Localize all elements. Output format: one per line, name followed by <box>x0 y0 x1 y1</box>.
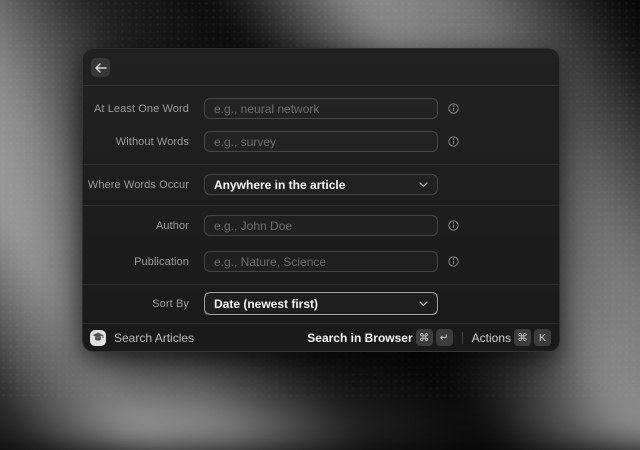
k-keycap: K <box>534 329 551 346</box>
form-row-sort-by: Sort By Date (newest first) <box>83 292 559 315</box>
select-value: Anywhere in the article <box>214 178 345 192</box>
without-words-input[interactable] <box>204 131 438 152</box>
action-bar: Search Articles Search in Browser ⌘ ↵ Ac… <box>83 323 559 351</box>
return-keycap: ↵ <box>436 329 453 346</box>
cmd-keycap: ⌘ <box>416 329 433 346</box>
sort-by-select[interactable]: Date (newest first) <box>204 292 438 315</box>
header-divider <box>83 85 559 86</box>
field-label: Where Words Occur <box>83 179 189 191</box>
where-words-occur-select[interactable]: Anywhere in the article <box>204 174 438 195</box>
actions-menu-button[interactable]: Actions <box>472 331 511 345</box>
form-row-author: Author <box>83 215 559 236</box>
info-icon[interactable] <box>448 220 459 231</box>
command-title: Search Articles <box>114 331 194 345</box>
info-icon[interactable] <box>448 103 459 114</box>
chevron-down-icon <box>419 182 428 188</box>
section-divider <box>83 164 559 165</box>
cmd-keycap: ⌘ <box>514 329 531 346</box>
form-row-where-words-occur: Where Words Occur Anywhere in the articl… <box>83 174 559 195</box>
at-least-one-word-input[interactable] <box>204 98 438 119</box>
graduation-cap-icon <box>90 330 106 346</box>
back-arrow-icon <box>95 63 107 73</box>
section-divider <box>83 284 559 285</box>
section-divider <box>83 205 559 206</box>
chevron-down-icon <box>419 301 428 307</box>
form-row-at-least-one-word: At Least One Word <box>83 98 559 119</box>
footer-separator <box>462 332 463 344</box>
form-row-without-words: Without Words <box>83 131 559 152</box>
info-icon[interactable] <box>448 136 459 147</box>
form-row-publication: Publication <box>83 251 559 272</box>
select-value: Date (newest first) <box>214 297 318 311</box>
field-label: Author <box>83 220 189 232</box>
publication-input[interactable] <box>204 251 438 272</box>
raycast-window: At Least One Word Without Words Where Wo… <box>82 48 560 352</box>
back-button[interactable] <box>91 58 110 77</box>
field-label: Sort By <box>83 298 189 310</box>
field-label: Without Words <box>83 136 189 148</box>
author-input[interactable] <box>204 215 438 236</box>
field-label: Publication <box>83 256 189 268</box>
field-label: At Least One Word <box>83 103 189 115</box>
search-in-browser-action[interactable]: Search in Browser <box>307 331 412 345</box>
info-icon[interactable] <box>448 256 459 267</box>
